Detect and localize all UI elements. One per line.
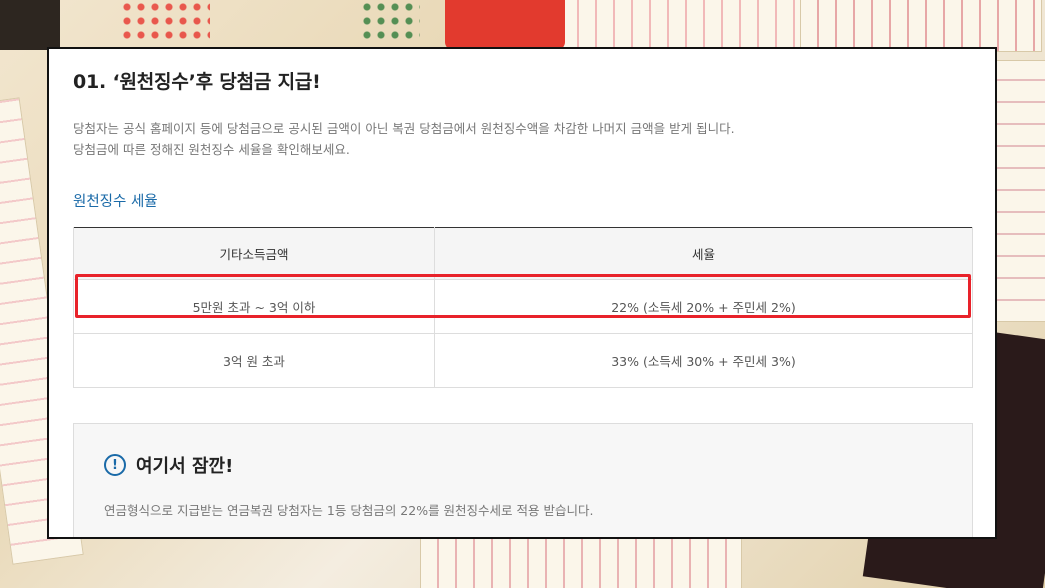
content-panel: 01. ‘원천징수’후 당첨금 지급! 당첨자는 공식 홈페이지 등에 당첨금으… xyxy=(47,47,997,539)
table-row: 5만원 초과 ~ 3억 이하 22% (소득세 20% + 주민세 2%) xyxy=(73,279,974,334)
notice-title: 여기서 잠깐! xyxy=(136,456,234,477)
row-range: 3억 원 초과 xyxy=(73,333,435,388)
notice-box: ! 여기서 잠깐! 연금형식으로 지급받는 연금복권 당첨자는 1등 당첨금의 … xyxy=(73,423,973,537)
exclamation-icon: ! xyxy=(104,454,126,476)
tax-table-title: 원천징수 세율 xyxy=(73,194,158,210)
row-rate: 22% (소득세 20% + 주민세 2%) xyxy=(433,279,974,334)
withholding-tax-table: 기타소득금액 세율 5만원 초과 ~ 3억 이하 22% (소득세 20% + … xyxy=(73,227,974,388)
table-header-row: 기타소득금액 세율 xyxy=(73,227,974,280)
header-tax-rate: 세율 xyxy=(433,227,974,280)
description-line-2: 당첨금에 따른 정해진 원천징수 세율을 확인해보세요. xyxy=(73,142,350,157)
section-title: 01. ‘원천징수’후 당첨금 지급! xyxy=(73,71,321,93)
table-row: 3억 원 초과 33% (소득세 30% + 주민세 3%) xyxy=(73,333,974,388)
notice-text: 연금형식으로 지급받는 연금복권 당첨자는 1등 당첨금의 22%를 원천징수세… xyxy=(104,503,594,518)
header-income-amount: 기타소득금액 xyxy=(73,227,435,280)
section-description: 당첨자는 공식 홈페이지 등에 당첨금으로 공시된 금액이 아닌 복권 당첨금에… xyxy=(73,118,971,160)
description-line-1: 당첨자는 공식 홈페이지 등에 당첨금으로 공시된 금액이 아닌 복권 당첨금에… xyxy=(73,121,735,136)
row-range: 5만원 초과 ~ 3억 이하 xyxy=(73,279,435,334)
row-rate: 33% (소득세 30% + 주민세 3%) xyxy=(433,333,974,388)
